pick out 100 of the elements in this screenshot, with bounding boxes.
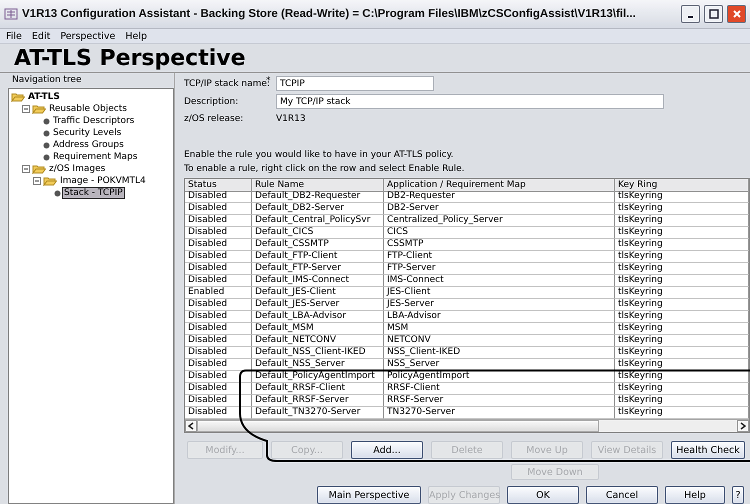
table-cell: Disabled — [185, 251, 252, 263]
action-button[interactable]: Health Check — [671, 441, 745, 459]
column-header[interactable]: Application / Requirement Map — [384, 179, 615, 192]
table-cell: tlsKeyring — [615, 227, 749, 239]
maximize-icon — [708, 9, 718, 19]
table-cell: Disabled — [185, 395, 252, 407]
table-cell: FTP-Server — [384, 263, 615, 275]
table-cell: Default_NETCONV — [252, 335, 384, 347]
table-cell: Default_Central_PolicySvr — [252, 215, 384, 227]
scroll-left-icon[interactable] — [185, 420, 197, 432]
close-icon — [732, 10, 740, 18]
column-header[interactable]: Key Ring — [615, 179, 749, 192]
column-header[interactable]: Status — [185, 179, 252, 192]
table-cell: Default_NSS_Server — [252, 359, 384, 371]
table-cell: JES-Client — [384, 287, 615, 299]
action-button[interactable]: Add... — [351, 441, 423, 459]
close-button[interactable] — [727, 5, 746, 23]
tree-item[interactable]: AT-TLS — [27, 92, 61, 102]
table-cell: Disabled — [185, 311, 252, 323]
bullet-icon — [43, 154, 50, 160]
table-cell: tlsKeyring — [615, 383, 749, 395]
table-cell: tlsKeyring — [615, 215, 749, 227]
table-cell: NSS_Client-IKED — [384, 347, 615, 359]
table-cell: tlsKeyring — [615, 395, 749, 407]
table-cell: Default_RRSF-Client — [252, 383, 384, 395]
collapse-icon[interactable] — [33, 177, 41, 185]
menu-item[interactable]: Edit — [32, 30, 50, 42]
stack-name-field[interactable]: TCPIP — [276, 76, 434, 92]
dialog-button[interactable]: Main Perspective — [317, 486, 421, 504]
table-cell: Disabled — [185, 239, 252, 251]
table-cell: IMS-Connect — [384, 275, 615, 287]
bullet-icon — [43, 142, 50, 148]
table-cell: CSSMTP — [384, 239, 615, 251]
tree-item[interactable]: Reusable Objects — [48, 104, 128, 114]
table-cell: tlsKeyring — [615, 251, 749, 263]
table-cell: tlsKeyring — [615, 311, 749, 323]
table-cell: Default_JES-Client — [252, 287, 384, 299]
tree-item[interactable]: Requirement Maps — [52, 152, 138, 162]
dialog-button[interactable]: Help — [665, 486, 725, 504]
table-cell: tlsKeyring — [615, 335, 749, 347]
table-cell: Disabled — [185, 359, 252, 371]
table-cell: tlsKeyring — [615, 347, 749, 359]
table-cell: Disabled — [185, 323, 252, 335]
dialog-button[interactable]: OK — [507, 486, 579, 504]
table-cell: MSM — [384, 323, 615, 335]
collapse-icon[interactable] — [22, 165, 30, 173]
table-cell: Default_CICS — [252, 227, 384, 239]
scroll-right-icon[interactable] — [737, 420, 749, 432]
column-header[interactable]: Rule Name — [252, 179, 384, 192]
tree-item[interactable]: Traffic Descriptors — [52, 116, 136, 126]
app-icon — [4, 8, 18, 20]
table-cell: RRSF-Client — [384, 383, 615, 395]
description-field[interactable]: My TCP/IP stack — [276, 94, 664, 110]
perspective-heading: AT-TLS Perspective — [0, 44, 750, 73]
menu-item[interactable]: Help — [125, 30, 148, 42]
table-cell: Disabled — [185, 215, 252, 227]
table-cell: Default_DB2-Requester — [252, 191, 384, 203]
table-cell: Default_IMS-Connect — [252, 275, 384, 287]
tree-item[interactable]: Stack - TCPIP — [63, 188, 124, 198]
bullet-icon — [54, 190, 61, 196]
table-cell: Enabled — [185, 287, 252, 299]
table-cell: Disabled — [185, 383, 252, 395]
table-cell: Disabled — [185, 191, 252, 203]
table-cell: Default_FTP-Server — [252, 263, 384, 275]
tree-item[interactable]: Image - POKVMTL4 — [59, 176, 147, 186]
table-cell: tlsKeyring — [615, 191, 749, 203]
field-label: Description: — [184, 96, 240, 107]
table-cell: tlsKeyring — [615, 323, 749, 335]
collapse-icon[interactable] — [22, 105, 30, 113]
table-cell: Centralized_Policy_Server — [384, 215, 615, 227]
open-folder-icon — [43, 176, 57, 186]
table-cell: Default_JES-Server — [252, 299, 384, 311]
menu-item[interactable]: File — [6, 30, 22, 42]
table-cell: tlsKeyring — [615, 299, 749, 311]
table-cell: tlsKeyring — [615, 239, 749, 251]
table-cell: CICS — [384, 227, 615, 239]
table-cell: tlsKeyring — [615, 203, 749, 215]
dialog-button[interactable]: Cancel — [586, 486, 658, 504]
table-cell: NETCONV — [384, 335, 615, 347]
table-cell: Disabled — [185, 347, 252, 359]
table-cell: Default_FTP-Client — [252, 251, 384, 263]
tree-item[interactable]: z/OS Images — [48, 164, 106, 174]
menu-item[interactable]: Perspective — [60, 30, 116, 42]
instruction-text: To enable a rule, right click on the row and select Enable Rule. — [184, 164, 466, 176]
tree-item[interactable]: Security Levels — [52, 128, 122, 138]
table-cell: Disabled — [185, 371, 252, 383]
dialog-button[interactable]: ? — [732, 486, 744, 504]
window-title: V1R13 Configuration Assistant - Backing Store (Read-Write) = C:\Program Files\IBM\zCSConfigAssist\V1R13\fil... — [22, 8, 637, 20]
table-cell: tlsKeyring — [615, 287, 749, 299]
field-label: z/OS release: — [184, 114, 244, 124]
instruction-text: Enable the rule you would like to have in your AT-TLS policy. — [184, 150, 454, 162]
maximize-button[interactable] — [704, 5, 723, 23]
table-cell: RRSF-Server — [384, 395, 615, 407]
scrollbar-thumb[interactable] — [197, 420, 599, 432]
minimize-button[interactable] — [681, 5, 700, 23]
open-folder-icon — [32, 104, 46, 114]
table-cell: FTP-Client — [384, 251, 615, 263]
tree-item[interactable]: Address Groups — [52, 140, 125, 150]
table-cell: Disabled — [185, 227, 252, 239]
table-cell: Disabled — [185, 335, 252, 347]
